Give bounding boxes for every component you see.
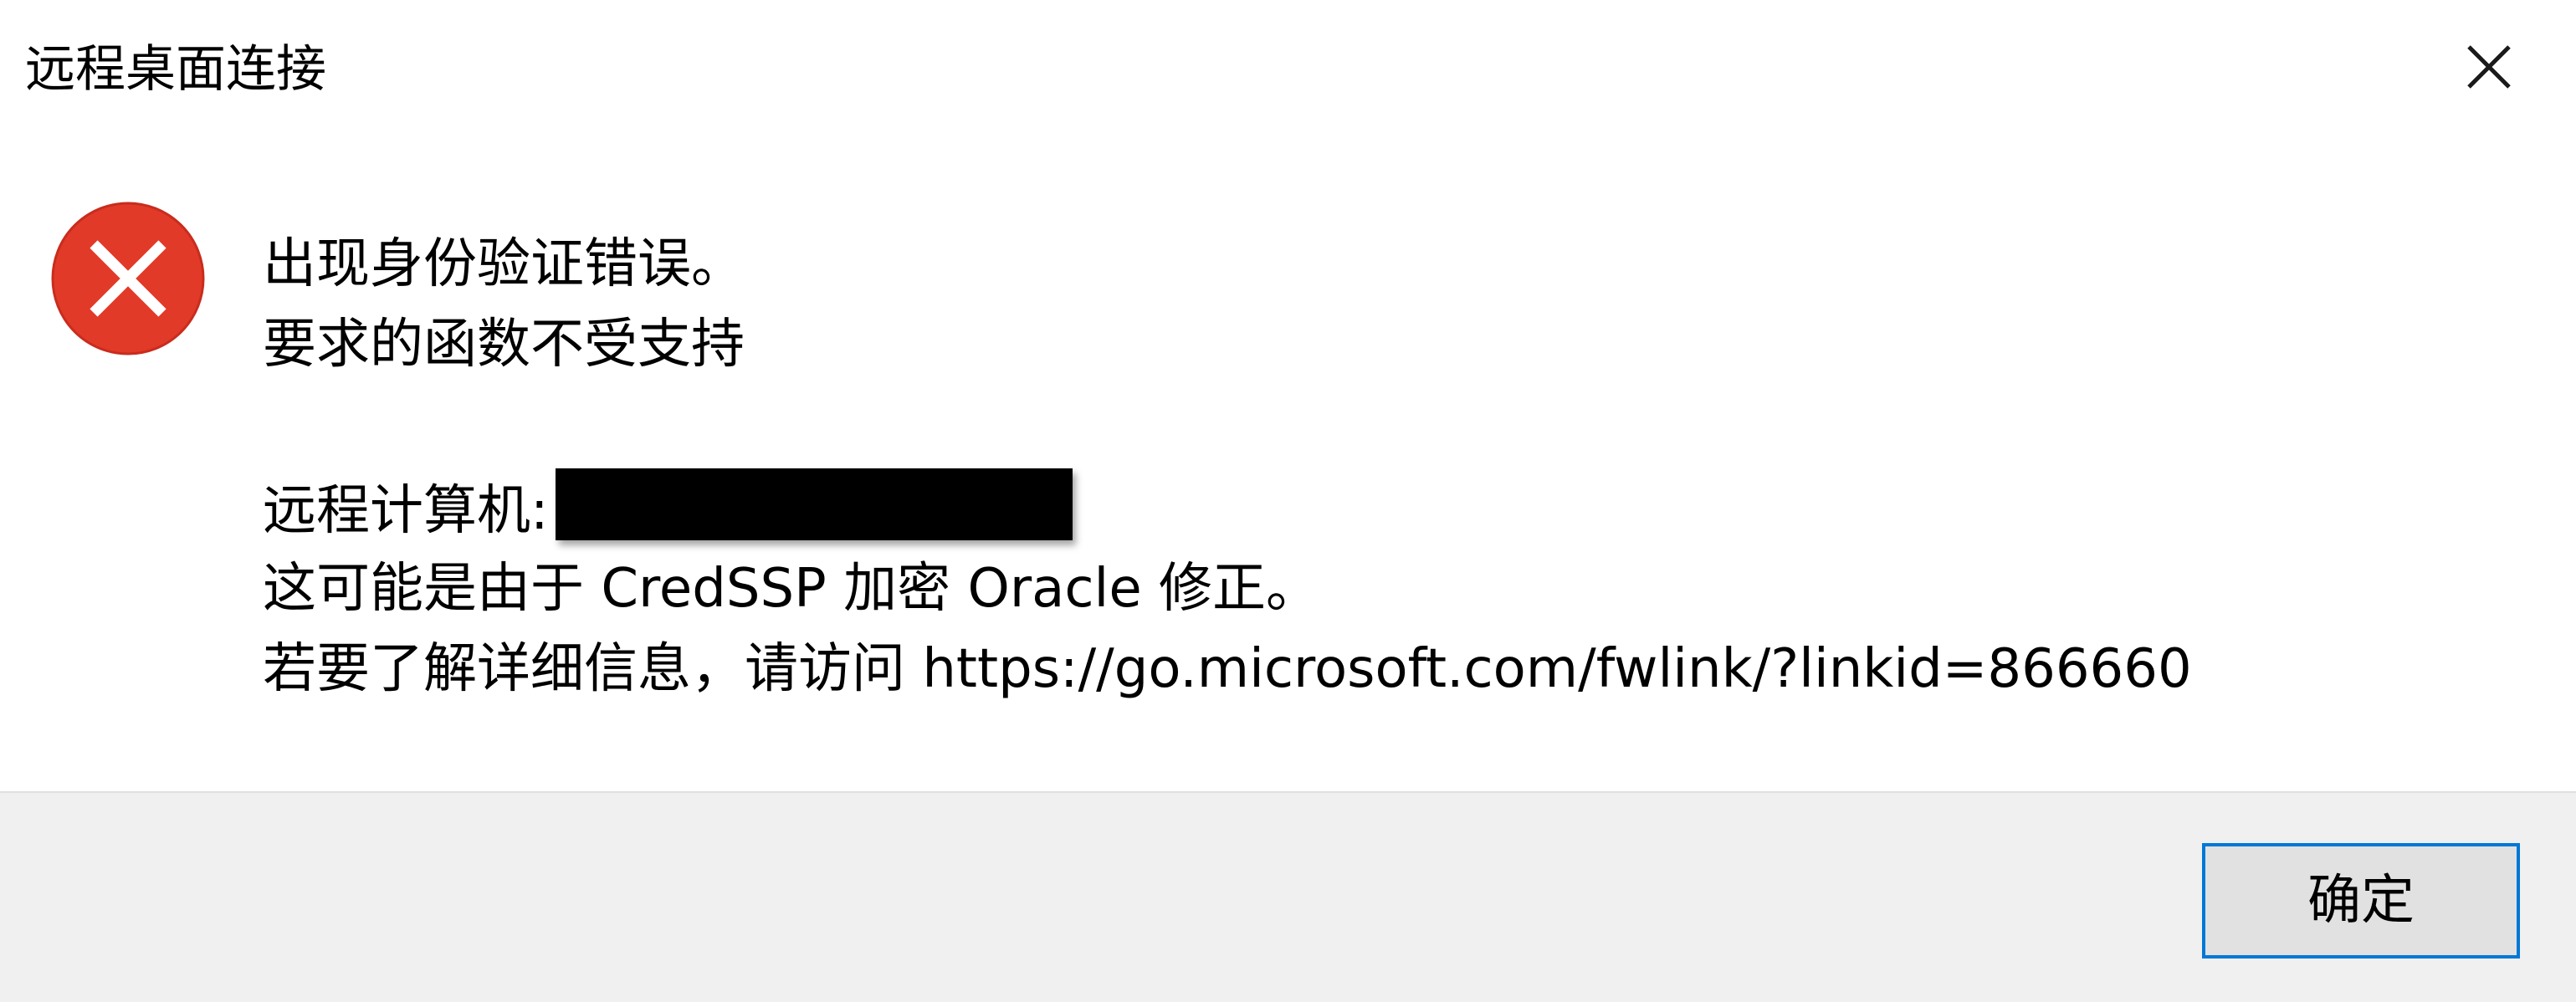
error-heading: 出现身份验证错误。 [263,233,745,295]
remote-computer-line: 远程计算机: [263,468,1073,551]
ok-button[interactable]: 确定 [2202,843,2520,959]
more-info-line: 若要了解详细信息，请访问 https://go.microsoft.com/fw… [263,638,2192,700]
error-icon [51,202,205,355]
window-title: 远程桌面连接 [25,40,326,99]
credssp-note: 这可能是由于 CredSSP 加密 Oracle 修正。 [263,558,1320,620]
dialog-window: 远程桌面连接 出现身份验证错误。 要求的函数不受支持 远程计算机: 这可能是由于… [0,0,2576,1002]
button-bar: 确定 [0,791,2576,1002]
redacted-computer-name [555,468,1073,540]
remote-computer-label: 远程计算机: [263,480,549,542]
error-detail: 要求的函数不受支持 [263,314,745,376]
close-icon [2467,45,2511,89]
close-button[interactable] [2451,25,2527,109]
